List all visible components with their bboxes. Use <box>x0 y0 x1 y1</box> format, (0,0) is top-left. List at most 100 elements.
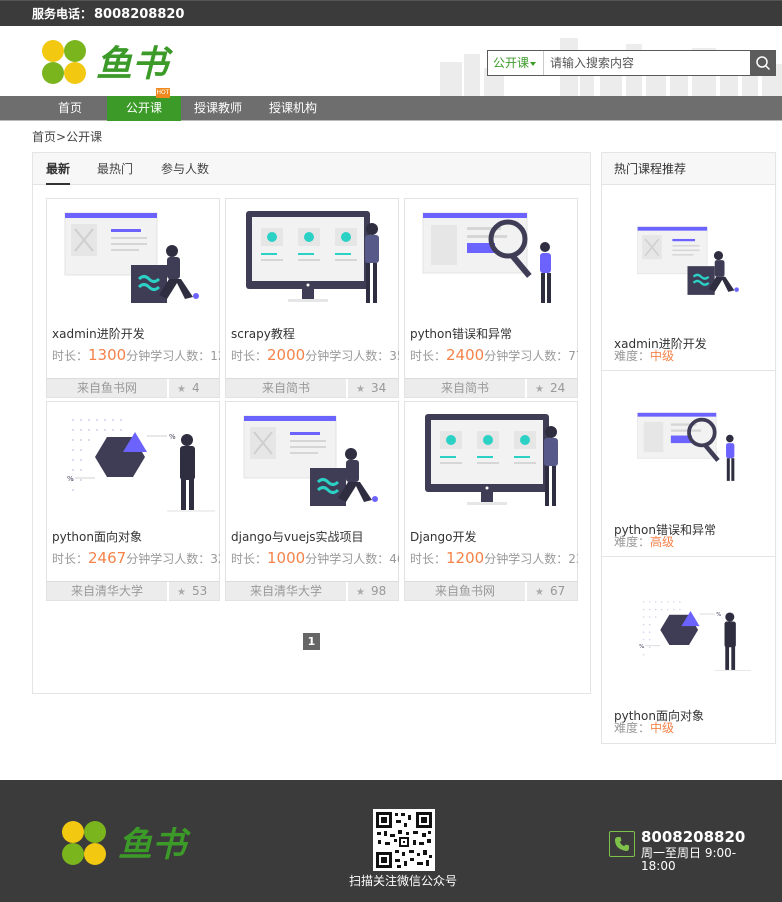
sidebar-course-item[interactable]: xadmin进阶开发 难度：中级 <box>602 185 775 371</box>
tab-participants[interactable]: 参与人数 <box>161 153 209 185</box>
course-meta: 时长：1300分钟学习人数：12 <box>52 346 220 364</box>
course-learners: 46 <box>389 552 399 566</box>
course-learners: 32 <box>210 552 220 566</box>
course-source: 来自鱼书网 <box>47 379 169 398</box>
nav-item-institutions[interactable]: 授课机构 <box>264 96 322 121</box>
breadcrumb-current: 公开课 <box>66 130 103 144</box>
course-favorites[interactable]: ★ 98 <box>352 582 398 601</box>
course-card[interactable]: xadmin进阶开发 时长：1300分钟学习人数：12 来自鱼书网 ★4 <box>46 198 220 398</box>
logo-wordmark: 鱼书 <box>96 44 174 85</box>
course-meta: 时长：1000分钟学习人数：46 <box>231 549 399 567</box>
course-learners: 35 <box>389 349 399 363</box>
sort-tabs: 最新 最热门 参与人数 <box>33 153 590 185</box>
course-footer: 来自简书 ★ 34 <box>226 378 398 398</box>
sidebar-course-level: 难度：高级 <box>614 535 675 549</box>
dashboard-illustration <box>226 402 398 519</box>
course-card[interactable]: python面向对象 时长：2467分钟学习人数：32 来自清华大学 ★53 <box>46 401 220 601</box>
service-phone-number: 8008208820 <box>94 7 185 22</box>
course-duration: 2400 <box>446 346 485 364</box>
hexagon-illustration <box>47 402 219 519</box>
course-card[interactable]: django与vuejs实战项目 时长：1000分钟学习人数：46 来自清华大学… <box>225 401 399 601</box>
course-source: 来自清华大学 <box>226 582 348 601</box>
footer-yushu-logo[interactable]: 鱼书 <box>60 818 230 868</box>
course-footer: 来自鱼书网 ★ 4 <box>47 378 219 398</box>
sidebar-course-level: 难度：中级 <box>614 721 675 735</box>
search-category-value: 公开课 <box>493 56 530 70</box>
course-title[interactable]: django与vuejs实战项目 <box>231 528 364 545</box>
course-duration: 1200 <box>446 549 485 567</box>
star-icon: ★ <box>535 384 544 395</box>
course-footer: 来自鱼书网 ★ 67 <box>405 581 577 601</box>
tab-latest[interactable]: 最新 <box>46 153 71 185</box>
course-footer: 来自清华大学 ★ 53 <box>47 581 219 601</box>
star-icon: ★ <box>177 587 186 598</box>
course-favorites[interactable]: ★ 24 <box>531 379 577 398</box>
course-source: 来自简书 <box>226 379 348 398</box>
magnifier-illustration <box>624 389 754 504</box>
course-title[interactable]: xadmin进阶开发 <box>52 325 145 342</box>
hot-course-sidebar: 热门课程推荐 xadmin进阶开发 难度：中级 python错误和异常 难度：高… <box>601 152 776 744</box>
course-duration: 1300 <box>88 346 127 364</box>
course-list-panel: 最新 最热门 参与人数 xadmin进阶开发 时长：1300分钟学习人数：12 … <box>32 152 591 694</box>
sidebar-course-item[interactable]: python面向对象 难度：中级 <box>602 557 775 743</box>
course-meta: 时长：2400分钟学习人数：77 <box>410 346 578 364</box>
dashboard-illustration <box>624 203 754 318</box>
breadcrumb: 首页>公开课 <box>32 128 102 145</box>
course-title[interactable]: scrapy教程 <box>231 325 295 342</box>
footer-logo-wordmark: 鱼书 <box>118 825 191 865</box>
monitor-illustration <box>226 199 398 316</box>
search-button[interactable] <box>750 51 775 75</box>
course-source: 来自简书 <box>405 379 527 398</box>
course-title[interactable]: python错误和异常 <box>410 325 512 342</box>
star-icon: ★ <box>177 384 186 395</box>
pagination-page-1[interactable]: 1 <box>303 633 320 650</box>
star-icon: ★ <box>356 384 365 395</box>
breadcrumb-home[interactable]: 首页 <box>32 130 56 144</box>
course-card[interactable]: python错误和异常 时长：2400分钟学习人数：77 来自简书 ★24 <box>404 198 578 398</box>
search-category-select[interactable]: 公开课 <box>488 51 544 75</box>
tab-hottest[interactable]: 最热门 <box>97 153 133 185</box>
monitor-illustration <box>405 402 577 519</box>
nav-item-teachers[interactable]: 授课教师 <box>190 96 246 121</box>
course-title[interactable]: python面向对象 <box>52 528 142 545</box>
course-duration: 2467 <box>88 549 127 567</box>
yushu-logo[interactable]: 鱼书 <box>40 38 210 86</box>
course-meta: 时长：1200分钟学习人数：23 <box>410 549 578 567</box>
course-card[interactable]: scrapy教程 时长：2000分钟学习人数：35 来自简书 ★34 <box>225 198 399 398</box>
course-favorites[interactable]: ★ 4 <box>173 379 219 398</box>
nav-item-open-courses[interactable]: 公开课 <box>107 96 181 121</box>
footer-phone-number: 8008208820 <box>641 828 746 846</box>
nav-item-home[interactable]: 首页 <box>45 96 95 121</box>
sidebar-course-item[interactable]: python错误和异常 难度：高级 <box>602 371 775 557</box>
course-learners: 12 <box>210 349 220 363</box>
qr-caption: 扫描关注微信公众号 <box>349 874 458 888</box>
site-footer: 鱼书 扫描关注微信公众号 8008208820 周一至周日 9:00-18:00 <box>0 780 782 902</box>
course-duration: 2000 <box>267 346 306 364</box>
search-input[interactable] <box>544 51 750 75</box>
course-source: 来自鱼书网 <box>405 582 527 601</box>
footer-service-hours: 周一至周日 9:00-18:00 <box>641 846 737 873</box>
hot-badge: HOT <box>156 88 170 98</box>
course-meta: 时长：2467分钟学习人数：32 <box>52 549 220 567</box>
breadcrumb-separator: > <box>56 130 67 144</box>
course-title[interactable]: Django开发 <box>410 528 477 545</box>
course-favorites[interactable]: ★ 67 <box>531 582 577 601</box>
course-favorites[interactable]: ★ 34 <box>352 379 398 398</box>
search-box: 公开课 <box>487 50 776 76</box>
wechat-qr-code <box>373 809 435 871</box>
site-header: 鱼书 公开课 <box>0 26 782 96</box>
course-meta: 时长：2000分钟学习人数：35 <box>231 346 399 364</box>
service-phone-label: 服务电话： <box>32 7 93 21</box>
course-card[interactable]: Django开发 时长：1200分钟学习人数：23 来自鱼书网 ★67 <box>404 401 578 601</box>
course-favorites[interactable]: ★ 53 <box>173 582 219 601</box>
main-nav: 首页 公开课 授课教师 授课机构 HOT <box>0 88 782 121</box>
course-duration: 1000 <box>267 549 306 567</box>
star-icon: ★ <box>356 587 365 598</box>
service-phone-bar: 服务电话： 8008208820 <box>0 0 782 26</box>
course-source: 来自清华大学 <box>47 582 169 601</box>
course-footer: 来自清华大学 ★ 98 <box>226 581 398 601</box>
sidebar-course-level: 难度：中级 <box>614 349 675 363</box>
hexagon-illustration <box>624 575 754 690</box>
course-learners: 77 <box>568 349 578 363</box>
phone-icon <box>609 831 635 857</box>
